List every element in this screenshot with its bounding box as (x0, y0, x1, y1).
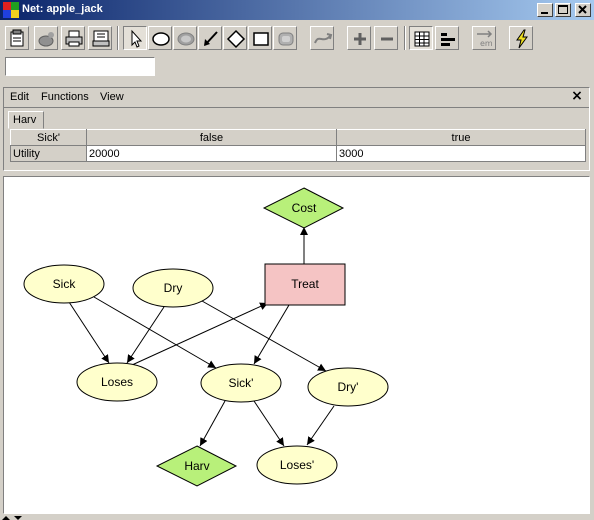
node-treat[interactable]: Treat (264, 263, 346, 306)
node-label: Loses' (280, 458, 314, 472)
instance-node-tool-button[interactable] (273, 26, 297, 50)
table-header-row: Sick' false true (10, 129, 586, 146)
edge-sick-sick2 (93, 296, 217, 369)
column-header-parent: Sick' (10, 129, 87, 146)
table-tab-strip: Harv (4, 109, 589, 129)
retract-icon (314, 33, 333, 44)
node-loses-prime[interactable]: Loses' (256, 445, 338, 485)
node-list-button[interactable] (435, 26, 459, 50)
menu-edit[interactable]: Edit (10, 91, 29, 103)
column-header-state: true (336, 129, 586, 146)
print-icon (65, 30, 83, 47)
em-learning-button[interactable]: em (472, 26, 496, 50)
network-graph: Cost Treat Sick Dry Loses Sick' Dry' Har… (23, 187, 389, 487)
decision-node-tool-button[interactable] (223, 26, 247, 50)
arc-tool-icon (204, 31, 218, 46)
toolbar-separator (117, 26, 119, 50)
node-list-icon (441, 33, 455, 46)
chance-node-tool-button[interactable] (148, 26, 172, 50)
utility-node-icon (253, 32, 269, 46)
print-button[interactable] (61, 26, 85, 50)
minimize-icon (541, 12, 548, 14)
close-window-button[interactable] (575, 3, 591, 17)
discrete-chance-node-icon (177, 32, 195, 46)
node-label: Sick (53, 277, 77, 291)
row-header-utility: Utility (10, 145, 87, 162)
compile-button[interactable] (34, 26, 58, 50)
node-label: Cost (292, 201, 317, 215)
chance-node-icon (152, 32, 170, 46)
window-title: Net: apple_jack (22, 3, 103, 15)
discrete-chance-node-tool-button[interactable] (173, 26, 197, 50)
edges (68, 227, 335, 447)
menu-view[interactable]: View (100, 91, 124, 103)
node-label: Loses (101, 375, 133, 389)
table-cell[interactable]: 20000 (86, 145, 337, 162)
run-mode-button[interactable] (509, 26, 533, 50)
select-arrow-icon (131, 29, 143, 48)
minimize-button[interactable] (537, 3, 553, 17)
node-dry[interactable]: Dry (132, 268, 214, 308)
decision-node-icon (226, 29, 246, 49)
maximize-icon (558, 5, 568, 14)
utility-node-tool-button[interactable] (248, 26, 272, 50)
node-label: Sick' (229, 376, 254, 390)
node-search-input[interactable] (5, 57, 155, 76)
table-view-button[interactable] (409, 26, 433, 50)
close-panel-button[interactable]: × (569, 88, 585, 104)
zoom-out-icon (381, 37, 393, 41)
node-loses[interactable]: Loses (76, 362, 158, 402)
print-preview-button[interactable] (88, 26, 112, 50)
arc-tool-button[interactable] (198, 26, 222, 50)
select-tool-button[interactable] (123, 26, 147, 50)
edge-sick-loses (68, 301, 110, 364)
node-label: Dry (164, 281, 183, 295)
column-header-state: false (86, 129, 337, 146)
maximize-button[interactable] (555, 3, 571, 17)
network-canvas[interactable]: Cost Treat Sick Dry Loses Sick' Dry' Har… (3, 176, 590, 514)
close-icon (578, 5, 587, 14)
node-label: Treat (291, 277, 319, 291)
properties-button[interactable] (5, 26, 29, 50)
run-mode-icon (516, 29, 528, 49)
edge-treat-sick2 (253, 304, 290, 365)
table-cell[interactable]: 3000 (336, 145, 586, 162)
node-cost[interactable]: Cost (262, 187, 345, 229)
edge-sick2-harv (199, 400, 226, 447)
utility-table: Sick' false true Utility 20000 3000 (10, 129, 586, 162)
table-panel: Edit Functions View × Harv Sick' false t… (3, 87, 590, 171)
table-view-icon (414, 31, 430, 47)
zoom-in-button[interactable] (347, 26, 371, 50)
zoom-out-button[interactable] (374, 26, 398, 50)
menu-functions[interactable]: Functions (41, 91, 89, 103)
edge-loses-treat (131, 302, 269, 366)
toolbar: em (0, 22, 594, 56)
properties-icon (10, 29, 24, 47)
node-dry-prime[interactable]: Dry' (307, 367, 389, 407)
svg-text:em: em (480, 39, 493, 48)
split-arrows-icon[interactable] (0, 514, 40, 520)
app-icon (3, 2, 19, 18)
node-harv[interactable]: Harv (155, 445, 238, 487)
table-menu-bar: Edit Functions View × (4, 88, 589, 108)
print-preview-icon (92, 30, 110, 47)
em-learning-icon: em (477, 30, 493, 48)
node-label: Dry' (338, 380, 359, 394)
table-row: Utility 20000 3000 (10, 145, 586, 162)
node-label: Harv (184, 459, 209, 473)
edge-dry-dry2 (201, 300, 327, 372)
node-sick[interactable]: Sick (23, 264, 105, 304)
toolbar-separator (404, 26, 406, 50)
edge-sick2-loses2 (253, 400, 285, 447)
zoom-in-icon (354, 33, 366, 45)
tab-harv[interactable]: Harv (8, 111, 44, 129)
status-bar (0, 512, 594, 520)
node-sick-prime[interactable]: Sick' (200, 363, 282, 403)
instance-node-icon (278, 32, 294, 46)
compile-icon (38, 32, 54, 47)
title-bar: Net: apple_jack (0, 0, 594, 20)
retract-button[interactable] (310, 26, 334, 50)
edge-dry2-loses2 (306, 405, 335, 446)
